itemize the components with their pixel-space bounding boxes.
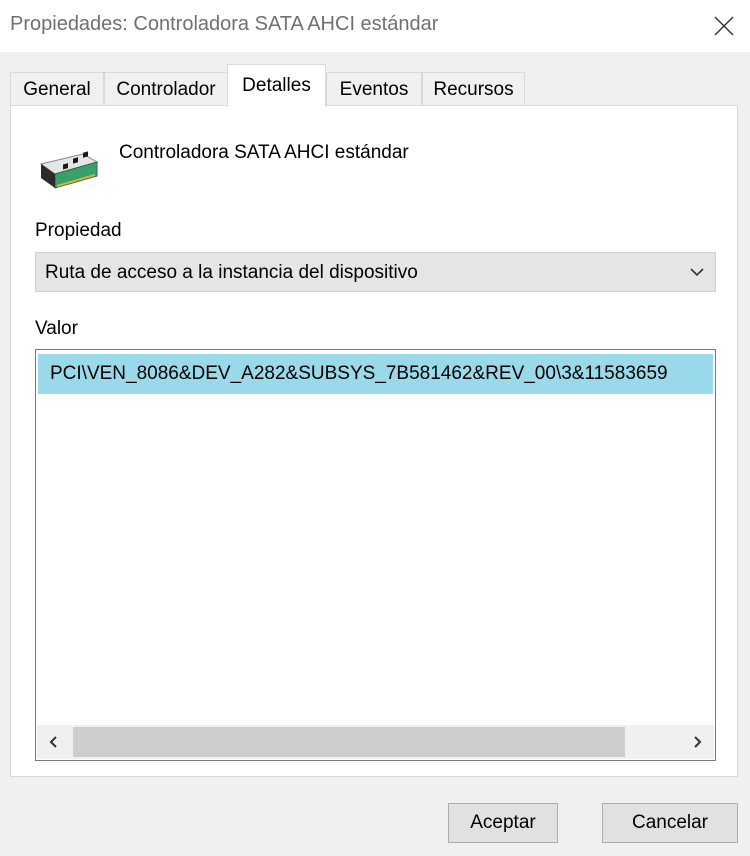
scrollbar-thumb[interactable] [73, 727, 625, 757]
horizontal-scrollbar[interactable] [37, 725, 714, 759]
tab-detalles[interactable]: Detalles [227, 64, 326, 107]
value-list[interactable]: PCI\VEN_8086&DEV_A282&SUBSYS_7B581462&RE… [35, 349, 716, 761]
list-item[interactable]: PCI\VEN_8086&DEV_A282&SUBSYS_7B581462&RE… [38, 354, 713, 394]
details-panel: Controladora SATA AHCI estándar Propieda… [10, 105, 738, 777]
tab-strip: General Controlador Detalles Eventos Rec… [10, 64, 740, 107]
controller-card-icon [39, 151, 99, 189]
tab-eventos[interactable]: Eventos [326, 72, 422, 106]
close-button[interactable] [698, 0, 750, 52]
scroll-right-button[interactable] [680, 725, 714, 759]
device-name: Controladora SATA AHCI estándar [119, 142, 409, 163]
chevron-right-icon [694, 736, 702, 748]
tab-recursos[interactable]: Recursos [422, 72, 525, 106]
tab-general[interactable]: General [10, 72, 104, 106]
chevron-down-icon [690, 268, 704, 277]
scroll-left-button[interactable] [37, 725, 71, 759]
value-label: Valor [35, 318, 78, 339]
property-selected-value: Ruta de acceso a la instancia del dispos… [45, 262, 418, 283]
property-label: Propiedad [35, 220, 122, 241]
tab-controlador[interactable]: Controlador [104, 72, 228, 106]
ok-button[interactable]: Aceptar [448, 803, 558, 843]
cancel-button[interactable]: Cancelar [602, 803, 738, 843]
window-title: Propiedades: Controladora SATA AHCI está… [10, 13, 439, 35]
title-bar: Propiedades: Controladora SATA AHCI está… [0, 0, 750, 52]
property-dropdown[interactable]: Ruta de acceso a la instancia del dispos… [35, 252, 716, 292]
close-icon [714, 16, 734, 36]
chevron-left-icon [49, 736, 57, 748]
